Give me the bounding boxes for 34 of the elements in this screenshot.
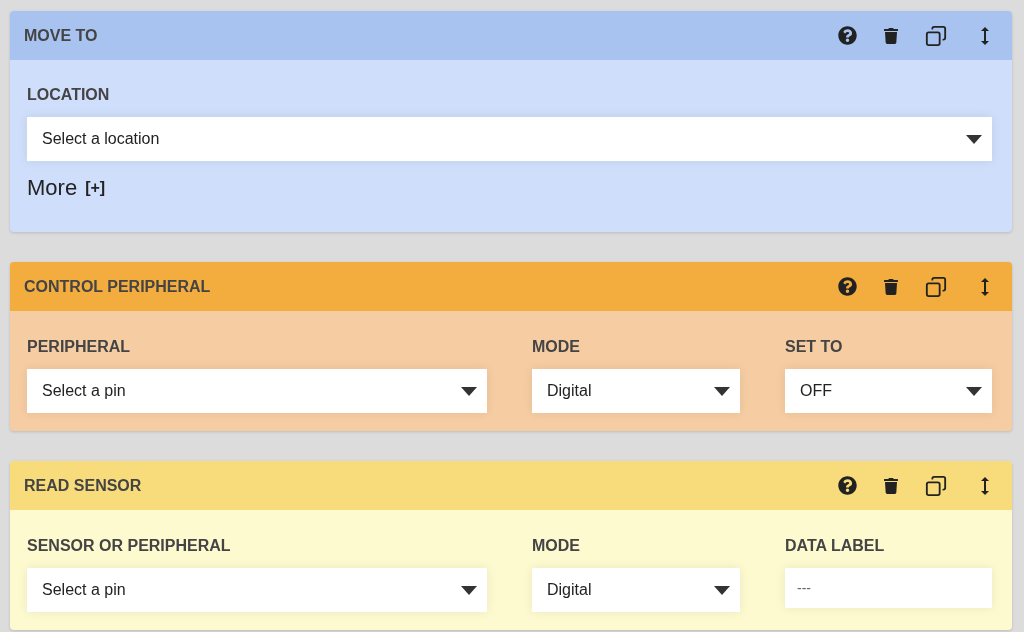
select-field[interactable]: Select a pin [27, 369, 487, 413]
field-label: MODE [532, 337, 581, 357]
field-label: MODE [532, 536, 581, 556]
step-title: MOVE TO [24, 25, 98, 46]
field-label: SET TO [785, 337, 844, 357]
copy-icon[interactable] [925, 474, 947, 497]
help-icon[interactable] [838, 476, 857, 495]
caret-icon [966, 386, 982, 396]
field-label: PERIPHERAL [27, 337, 132, 357]
caret-icon [714, 585, 730, 595]
select-field[interactable]: Digital [532, 568, 740, 612]
step-title: CONTROL PERIPHERAL [24, 276, 211, 297]
expand-toggle[interactable]: [+] [85, 175, 106, 200]
step-title: READ SENSOR [24, 475, 142, 496]
caret-icon [461, 386, 477, 396]
select-field[interactable]: Digital [532, 369, 740, 413]
field-label: DATA LABEL [785, 536, 886, 556]
copy-icon[interactable] [925, 275, 947, 298]
more-link[interactable]: More [27, 171, 78, 204]
copy-icon[interactable] [925, 24, 947, 47]
help-icon[interactable] [838, 26, 857, 45]
caret-icon [714, 386, 730, 396]
trash-icon[interactable] [883, 27, 899, 44]
caret-icon [461, 585, 477, 595]
select-field[interactable]: Select a pin [27, 568, 487, 612]
trash-icon[interactable] [883, 477, 899, 494]
select-field[interactable]: Select a location [27, 117, 992, 161]
select-field[interactable]: OFF [785, 369, 992, 413]
trash-icon[interactable] [883, 278, 899, 295]
caret-icon [966, 134, 982, 144]
field-label: SENSOR OR PERIPHERAL [27, 536, 232, 556]
field-label: LOCATION [27, 85, 111, 105]
help-icon[interactable] [838, 277, 857, 296]
input-field[interactable]: --- [785, 568, 992, 608]
